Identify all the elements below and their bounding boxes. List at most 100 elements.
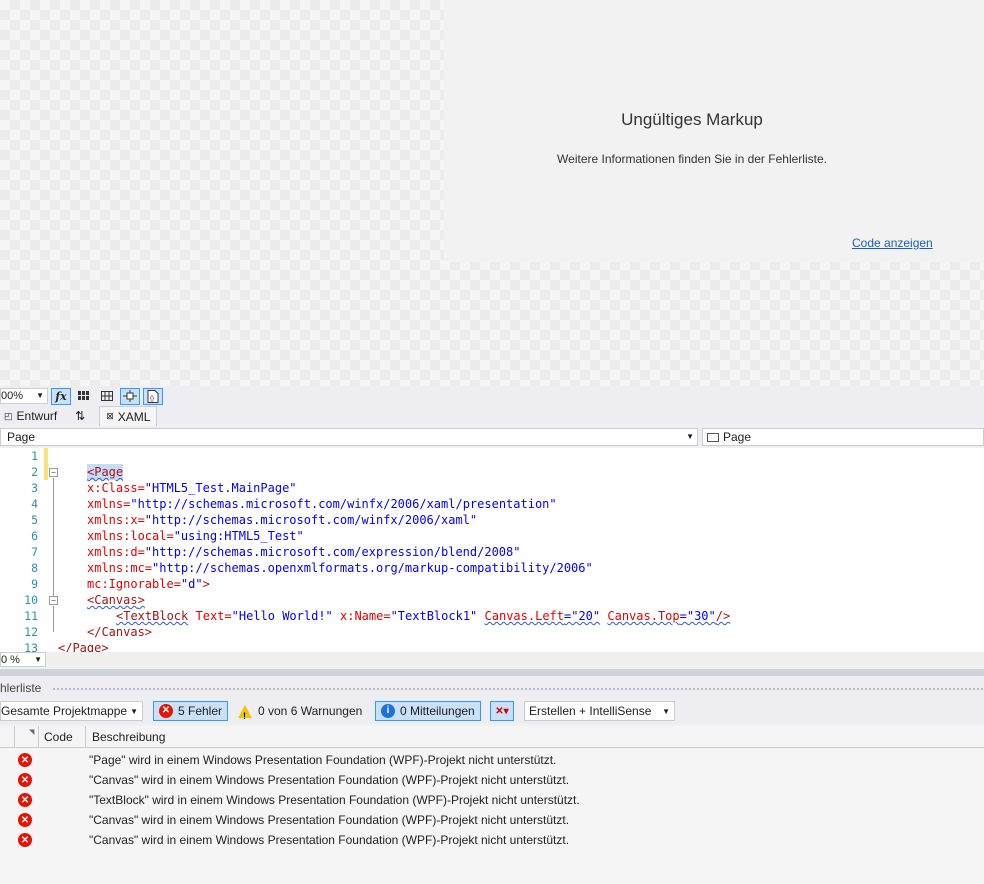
line-number: 2 [31, 465, 38, 479]
code-text: </Canvas> [87, 625, 153, 639]
document-code-icon: {} [147, 389, 159, 403]
error-icon: ✕ [18, 813, 32, 827]
tab-design[interactable]: ◰ Entwurf [0, 406, 61, 426]
table-row[interactable]: ✕ "Canvas" wird in einem Windows Present… [0, 810, 984, 830]
line-number: 6 [31, 529, 38, 543]
messages-filter-label: 0 Mitteilungen [400, 704, 475, 718]
show-code-link[interactable]: Code anzeigen [852, 236, 933, 250]
effects-button[interactable]: fx [51, 387, 71, 405]
column-separator[interactable] [38, 726, 39, 748]
table-row[interactable]: ✕ "Canvas" wird in einem Windows Present… [0, 770, 984, 790]
chevron-down-icon: ▼ [662, 707, 670, 716]
error-icon: ✕ [159, 704, 173, 718]
chevron-down-icon: ▼ [36, 391, 44, 400]
code-text: </Page> [58, 641, 109, 652]
warnings-filter-label: 0 von 6 Warnungen [258, 704, 363, 718]
editor-status-bar: 0 % ▼ [0, 652, 984, 668]
design-surface[interactable]: Ungültiges Markup Weitere Informationen … [0, 0, 984, 388]
code-text: xmlns:d="http://schemas.microsoft.com/ex… [87, 545, 521, 559]
code-text: xmlns:local="using:HTML5_Test" [87, 529, 304, 543]
column-separator[interactable] [85, 726, 86, 748]
code-text: mc:Ignorable="d"> [87, 577, 210, 591]
scope-dropdown[interactable]: Gesamte Projektmappe ▼ [0, 701, 143, 721]
column-header-code[interactable]: Code [44, 730, 73, 744]
build-filter-dropdown[interactable]: Erstellen + IntelliSense ▼ [524, 701, 675, 721]
line-number: 10 [24, 593, 38, 607]
design-view-icon: ◰ [4, 410, 13, 421]
errors-filter-label: 5 Fehler [178, 704, 223, 718]
chevron-down-icon: ▼ [130, 707, 138, 716]
element-icon [707, 433, 719, 442]
code-line-1: 1 [0, 448, 984, 464]
warning-icon: ! [238, 704, 252, 721]
editor-zoom-value: 0 % [1, 654, 20, 666]
line-number: 7 [31, 545, 38, 559]
error-description: "Page" wird in einem Windows Presentatio… [89, 753, 557, 767]
element-member-dropdown[interactable]: Page [702, 428, 984, 446]
code-line-13: 13 </Page> [0, 640, 984, 652]
line-number: 5 [31, 513, 38, 527]
code-text: xmlns:mc="http://schemas.openxmlformats.… [87, 561, 593, 575]
code-text: x:Class="HTML5_Test.MainPage" [87, 481, 297, 495]
swap-panes-button[interactable]: ⇅ [61, 406, 99, 426]
error-icon: ✕ [18, 773, 32, 787]
error-description: "Canvas" wird in einem Windows Presentat… [89, 813, 570, 827]
code-text: <TextBlock Text="Hello World!" x:Name="T… [116, 609, 731, 623]
error-description: "Canvas" wird in einem Windows Presentat… [89, 833, 570, 847]
designer-toolbar: 00% ▼ fx {} [0, 386, 984, 406]
code-line-3: 3 x:Class="HTML5_Test.MainPage" [0, 480, 984, 496]
chevron-down-icon: ▼ [34, 655, 42, 664]
tab-xaml[interactable]: ⊠ XAML [99, 406, 158, 426]
code-line-8: 8 xmlns:mc="http://schemas.openxmlformat… [0, 560, 984, 576]
column-separator[interactable] [14, 726, 15, 748]
clear-filter-icon: ✕▾ [495, 705, 509, 717]
error-list-toolbar: Gesamte Projektmappe ▼ ✕ 5 Fehler ! 0 vo… [0, 698, 984, 724]
code-text: xmlns:x="http://schemas.microsoft.com/wi… [87, 513, 478, 527]
warnings-filter-button[interactable]: ! 0 von 6 Warnungen [233, 701, 367, 721]
code-line-4: 4 xmlns="http://schemas.microsoft.com/wi… [0, 496, 984, 512]
line-number: 3 [31, 481, 38, 495]
table-row[interactable]: ✕ "Canvas" wird in einem Windows Present… [0, 830, 984, 850]
code-text: <Canvas> [87, 593, 145, 607]
xaml-view-icon: ⊠ [106, 411, 114, 421]
view-tabs: ◰ Entwurf ⇅ ⊠ XAML [0, 406, 984, 426]
errors-filter-button[interactable]: ✕ 5 Fehler [153, 701, 229, 721]
error-list-title: hlerliste [0, 681, 42, 695]
fx-icon: fx [55, 389, 67, 403]
line-number: 11 [24, 609, 38, 623]
error-list-grid: ◥ Code Beschreibung ✕ "Page" wird in ein… [0, 726, 984, 884]
element-scope-dropdown[interactable]: Page ▼ [0, 428, 698, 446]
invalid-markup-title: Ungültiges Markup [621, 110, 763, 129]
grid-icon [78, 391, 89, 400]
snap-to-snaplines-button[interactable] [120, 387, 140, 405]
code-line-6: 6 xmlns:local="using:HTML5_Test" [0, 528, 984, 544]
designer-zoom-select[interactable]: 00% ▼ [0, 388, 48, 404]
error-icon: ✕ [18, 833, 32, 847]
scope-value: Gesamte Projektmappe [1, 704, 128, 718]
grid-toggle-button[interactable] [74, 388, 94, 405]
visual-studio-window: Ungültiges Markup Weitere Informationen … [0, 0, 984, 884]
panel-grip[interactable] [52, 687, 984, 691]
column-header-description[interactable]: Beschreibung [92, 730, 165, 744]
code-line-9: 9 mc:Ignorable="d"> [0, 576, 984, 592]
code-text: xmlns="http://schemas.microsoft.com/winf… [87, 497, 557, 511]
build-filter-value: Erstellen + IntelliSense [529, 704, 652, 718]
svg-text:{}: {} [150, 396, 154, 402]
editor-zoom-select[interactable]: 0 % ▼ [0, 652, 46, 667]
error-description: "Canvas" wird in einem Windows Presentat… [89, 773, 570, 787]
clear-filter-button[interactable]: ✕▾ [490, 701, 514, 721]
panel-splitter[interactable] [0, 669, 984, 676]
messages-filter-button[interactable]: i 0 Mitteilungen [375, 701, 481, 721]
code-line-7: 7 xmlns:d="http://schemas.microsoft.com/… [0, 544, 984, 560]
snap-to-grid-button[interactable] [97, 388, 117, 405]
chevron-down-icon: ▼ [686, 432, 694, 441]
code-line-12: 12 </Canvas> [0, 624, 984, 640]
table-row[interactable]: ✕ "Page" wird in einem Windows Presentat… [0, 750, 984, 770]
project-code-button[interactable]: {} [143, 387, 163, 405]
error-icon: ✕ [18, 753, 32, 767]
line-number: 13 [24, 641, 38, 652]
invalid-markup-subtitle: Weitere Informationen finden Sie in der … [557, 152, 827, 166]
xaml-code-editor[interactable]: − − 1 2 <Page 3 x:Class="HTML5_Test.Main… [0, 448, 984, 652]
table-row[interactable]: ✕ "TextBlock" wird in einem Windows Pres… [0, 790, 984, 810]
line-number: 12 [24, 625, 38, 639]
